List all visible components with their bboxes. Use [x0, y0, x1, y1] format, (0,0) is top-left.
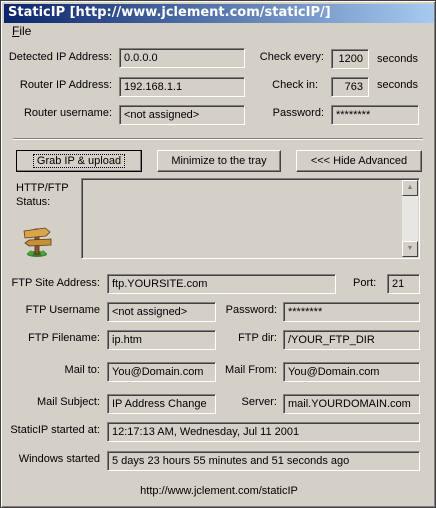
started-at-label: StaticIP started at: — [10, 424, 100, 436]
ftp-password-label: Password: — [225, 304, 277, 316]
separator — [13, 138, 423, 140]
router-password-field[interactable]: ******** — [331, 105, 419, 125]
detected-ip-label: Detected IP Address: — [8, 51, 112, 63]
check-every-field[interactable]: 1200 — [331, 49, 369, 69]
mail-subject-label: Mail Subject: — [37, 396, 100, 408]
mail-subject-field[interactable]: IP Address Change — [107, 394, 216, 414]
staticip-window: StaticIP [http://www.jclement.com/static… — [0, 0, 436, 508]
mail-from-field[interactable]: You@Domain.com — [283, 362, 420, 382]
mail-server-label: Server: — [241, 396, 277, 408]
ftp-port-field[interactable]: 21 — [387, 274, 420, 294]
ftp-dir-label: FTP dir: — [238, 332, 277, 344]
mail-to-field[interactable]: You@Domain.com — [107, 362, 216, 382]
http-ftp-label: HTTP/FTP — [16, 182, 69, 194]
router-username-label: Router username: — [23, 107, 112, 119]
mail-from-label: Mail From: — [225, 364, 277, 376]
footer-url: http://www.jclement.com/staticIP — [140, 485, 298, 497]
ftp-filename-label: FTP Filename: — [28, 332, 100, 344]
detected-ip-field[interactable]: 0.0.0.0 — [119, 48, 245, 68]
scroll-up-arrow-icon[interactable]: ▲ — [402, 180, 418, 196]
mail-to-label: Mail to: — [64, 364, 100, 376]
signpost-icon — [21, 223, 57, 259]
window-title: StaticIP [http://www.jclement.com/static… — [8, 5, 331, 20]
router-ip-field[interactable]: 192.168.1.1 — [119, 77, 245, 97]
title-bar[interactable]: StaticIP [http://www.jclement.com/static… — [4, 4, 434, 23]
router-username-field[interactable]: <not assigned> — [119, 105, 245, 125]
scroll-down-arrow-icon[interactable]: ▼ — [402, 241, 418, 257]
started-at-field: 12:17:13 AM, Wednesday, Jul 11 2001 — [107, 422, 420, 442]
menu-bar: File — [4, 23, 434, 41]
hide-advanced-button[interactable]: <<< Hide Advanced — [296, 150, 422, 172]
check-in-field: 763 — [331, 77, 369, 97]
check-every-unit: seconds — [377, 53, 418, 65]
minimize-to-tray-button[interactable]: Minimize to the tray — [157, 150, 281, 172]
router-ip-label: Router IP Address: — [19, 79, 112, 91]
ftp-password-field[interactable]: ******** — [283, 302, 420, 322]
check-every-label: Check every: — [259, 51, 324, 63]
ftp-site-label: FTP Site Address: — [11, 277, 100, 289]
windows-started-label: Windows started — [18, 453, 100, 465]
status-label: Status: — [16, 196, 51, 208]
ftp-dir-field[interactable]: /YOUR_FTP_DIR — [283, 330, 420, 350]
menu-file[interactable]: File — [12, 24, 31, 38]
ftp-site-field[interactable]: ftp.YOURSITE.com — [107, 274, 336, 294]
ftp-port-label: Port: — [353, 277, 377, 289]
status-textarea[interactable]: ▲ ▼ — [81, 178, 420, 259]
check-in-label: Check in: — [272, 79, 318, 91]
ftp-username-label: FTP Username — [25, 304, 100, 316]
router-password-label: Password: — [272, 107, 324, 119]
status-scrollbar[interactable]: ▲ ▼ — [402, 180, 418, 257]
windows-started-field: 5 days 23 hours 55 minutes and 51 second… — [107, 451, 420, 471]
mail-server-field[interactable]: mail.YOURDOMAIN.com — [283, 394, 420, 414]
ftp-username-field[interactable]: <not assigned> — [107, 302, 216, 322]
check-in-unit: seconds — [377, 79, 418, 91]
grab-ip-upload-button[interactable]: Grab IP & upload — [16, 150, 142, 172]
ftp-filename-field[interactable]: ip.htm — [107, 330, 216, 350]
